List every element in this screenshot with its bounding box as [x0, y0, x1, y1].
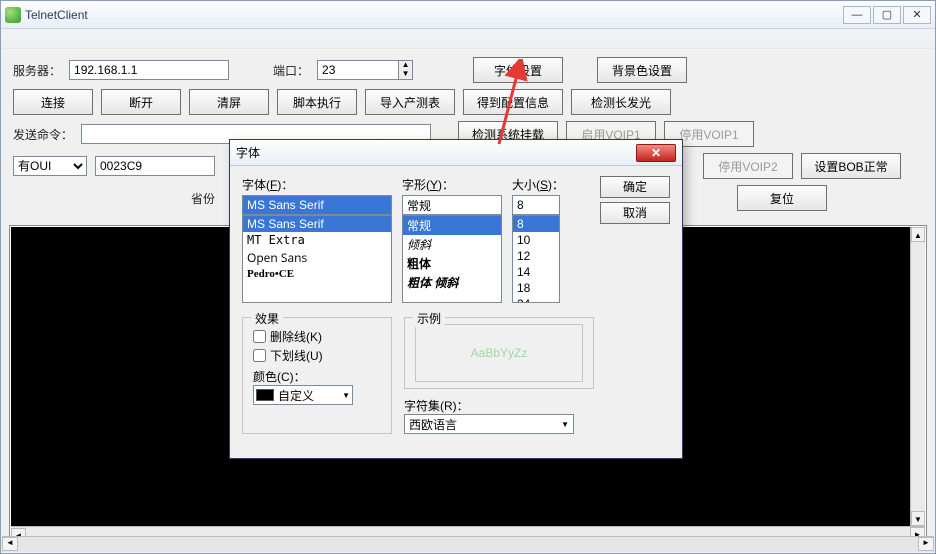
cancel-button[interactable]: 取消 [600, 202, 670, 224]
font-item[interactable]: MT Extra [243, 232, 391, 248]
effects-group-label: 效果 [251, 310, 283, 327]
detect-longglow-button[interactable]: 检测长发光 [571, 89, 671, 115]
font-size-input[interactable] [512, 195, 560, 215]
dialog-close-button[interactable]: ✕ [636, 144, 676, 162]
strikeout-label: 删除线(K) [270, 328, 322, 345]
color-swatch-icon [256, 389, 274, 401]
size-item[interactable]: 8 [513, 216, 559, 232]
size-item[interactable]: 18 [513, 280, 559, 296]
toolbar-placeholder [1, 29, 935, 49]
scroll-down-icon[interactable]: ▼ [911, 511, 925, 526]
sample-group-label: 示例 [413, 310, 445, 327]
set-bob-normal-button[interactable]: 设置BOB正常 [801, 153, 901, 179]
win-scroll-right-icon[interactable]: ► [918, 537, 934, 551]
color-select[interactable]: 自定义 ▼ [253, 385, 353, 405]
font-listbox[interactable]: MS Sans Serif MT Extra Open Sans Pedro•C… [242, 215, 392, 303]
app-icon [5, 7, 21, 23]
server-label: 服务器： [13, 62, 61, 79]
oui-value-input[interactable] [95, 156, 215, 176]
underline-checkbox[interactable] [253, 349, 266, 362]
font-item[interactable]: Open Sans [243, 248, 391, 267]
font-name-input[interactable] [242, 195, 392, 215]
style-item[interactable]: 倾斜 [403, 235, 501, 254]
port-down-icon[interactable]: ▼ [398, 70, 412, 79]
send-cmd-label: 发送命令： [13, 126, 73, 143]
chevron-down-icon: ▼ [561, 420, 569, 429]
clear-button[interactable]: 清屏 [189, 89, 269, 115]
chevron-down-icon: ▼ [342, 391, 350, 400]
get-config-button[interactable]: 得到配置信息 [463, 89, 563, 115]
underline-label: 下划线(U) [270, 347, 323, 364]
font-style-input[interactable] [402, 195, 502, 215]
dialog-titlebar: 字体 ✕ [230, 140, 682, 166]
maximize-button[interactable]: ▢ [873, 6, 901, 24]
style-field-label: 字形(Y)： [402, 176, 502, 193]
size-item[interactable]: 10 [513, 232, 559, 248]
font-item[interactable]: Pedro•CE [243, 267, 391, 281]
win-scroll-left-icon[interactable]: ◄ [2, 537, 18, 551]
ok-button[interactable]: 确定 [600, 176, 670, 198]
disable-voip2-button[interactable]: 停用VOIP2 [703, 153, 793, 179]
script-exec-button[interactable]: 脚本执行 [277, 89, 357, 115]
minimize-button[interactable]: — [843, 6, 871, 24]
scroll-up-icon[interactable]: ▲ [911, 227, 925, 242]
port-label: 端口： [273, 62, 309, 79]
size-listbox[interactable]: 8 10 12 14 18 24 [512, 215, 560, 303]
charset-select[interactable]: 西欧语言 ▼ [404, 414, 574, 434]
size-item[interactable]: 24 [513, 296, 559, 303]
style-item[interactable]: 粗体 倾斜 [403, 273, 501, 292]
titlebar: TelnetClient — ▢ ✕ [1, 1, 935, 29]
server-input[interactable] [69, 60, 229, 80]
style-item[interactable]: 常规 [403, 216, 501, 235]
window-title: TelnetClient [25, 8, 843, 22]
font-dialog: 字体 ✕ 确定 取消 字体(F)： MS Sans Serif MT Extra… [229, 139, 683, 459]
import-testlist-button[interactable]: 导入产测表 [365, 89, 455, 115]
window-scrollbar[interactable]: ◄ ► [2, 536, 934, 552]
font-item[interactable]: MS Sans Serif [243, 216, 391, 232]
close-button[interactable]: ✕ [903, 6, 931, 24]
charset-label: 字符集(R)： [404, 397, 594, 414]
disconnect-button[interactable]: 断开 [101, 89, 181, 115]
reset-button[interactable]: 复位 [737, 185, 827, 211]
strikeout-checkbox[interactable] [253, 330, 266, 343]
size-item[interactable]: 14 [513, 264, 559, 280]
bgcolor-setting-button[interactable]: 背景色设置 [597, 57, 687, 83]
font-setting-button[interactable]: 字体设置 [473, 57, 563, 83]
main-window: TelnetClient — ▢ ✕ 服务器： 端口： ▲▼ 字体设置 背景色设… [0, 0, 936, 554]
size-item[interactable]: 12 [513, 248, 559, 264]
style-item[interactable]: 粗体 [403, 254, 501, 273]
oui-mode-select[interactable]: 有OUI [13, 156, 87, 176]
font-field-label: 字体(F)： [242, 176, 392, 193]
connect-button[interactable]: 连接 [13, 89, 93, 115]
color-label: 颜色(C)： [253, 368, 381, 385]
sample-preview: AaBbYyZz [415, 324, 583, 382]
size-field-label: 大小(S)： [512, 176, 564, 193]
vertical-scrollbar[interactable]: ▲ ▼ [910, 227, 925, 526]
port-input[interactable]: ▲▼ [317, 60, 413, 80]
province-label: 省份 [191, 190, 215, 207]
style-listbox[interactable]: 常规 倾斜 粗体 粗体 倾斜 [402, 215, 502, 303]
dialog-title: 字体 [236, 144, 636, 161]
